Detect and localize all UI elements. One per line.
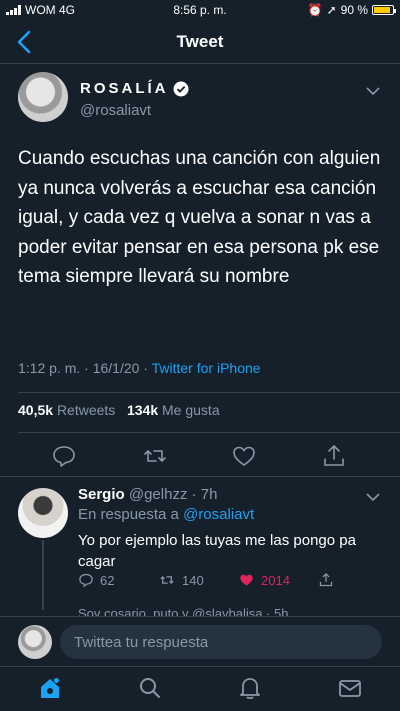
avatar (18, 625, 52, 659)
avatar[interactable] (18, 72, 68, 122)
reply-header: Sergio @gelhzz · 7h (78, 486, 217, 503)
share-icon[interactable] (321, 443, 347, 469)
reply-handle-time: @gelhzz · 7h (128, 486, 218, 503)
user-name[interactable]: ROSALÍA (80, 80, 189, 97)
messages-icon[interactable] (337, 675, 363, 701)
tweet-timestamp: 1:12 p. m. · 16/1/20 · (18, 360, 152, 376)
search-icon[interactable] (137, 675, 163, 701)
retweet-icon[interactable] (142, 443, 168, 469)
like-icon (240, 574, 253, 586)
battery-icon (372, 5, 396, 15)
reply-to-label: En respuesta a (78, 506, 179, 523)
reply-like-action[interactable]: 2014 (238, 572, 290, 588)
nav-bar: Tweet (0, 20, 400, 64)
location-icon: ➚ (326, 3, 337, 17)
reply-text: Yo por ejemplo las tuyas me las pongo pa… (78, 532, 356, 570)
likes-stat[interactable]: 134k Me gusta (127, 402, 220, 418)
divider (18, 432, 400, 433)
reply-to: En respuesta a @rosaliavt (78, 506, 254, 523)
reply-tweet[interactable]: Sergio @gelhzz · 7h En respuesta a @rosa… (0, 482, 400, 612)
verified-badge-icon (173, 81, 188, 96)
reply-input[interactable] (60, 625, 382, 659)
compose-bar (0, 616, 400, 666)
tweet-source-link[interactable]: Twitter for iPhone (152, 360, 261, 376)
tweet-stats: 40,5k Retweets 134k Me gusta (18, 402, 220, 418)
reply-actions: 62 140 2014 (78, 572, 378, 592)
reply-to-mention[interactable]: @rosaliavt (183, 506, 254, 523)
next-reply-partial[interactable]: Soy cosario, puto y @slaybalisa · 5h (78, 606, 288, 616)
retweet-icon (160, 576, 174, 584)
tweet-meta: 1:12 p. m. · 16/1/20 · Twitter for iPhon… (18, 360, 261, 376)
tweet-header: ROSALÍA @rosaliavt (18, 72, 382, 128)
reply-retweet-action[interactable]: 140 (158, 572, 204, 588)
likes-count: 134k (126, 402, 159, 418)
reply-comment-action[interactable]: 62 (78, 572, 114, 588)
retweets-label: Retweets (56, 402, 116, 418)
likes-label: Me gusta (162, 402, 220, 418)
tweet-actions (0, 440, 400, 470)
reply-retweets-count: 140 (182, 572, 204, 588)
thread-line (42, 540, 44, 610)
divider (18, 392, 400, 393)
reply-icon (79, 573, 93, 588)
like-icon[interactable] (231, 443, 257, 469)
status-bar: WOM 4G 8:56 p. m. ⏰ ➚ 90 % (0, 0, 400, 20)
alarm-icon: ⏰ (307, 3, 323, 17)
caret-down-icon[interactable] (366, 492, 380, 502)
divider (0, 476, 400, 477)
tab-bar (0, 666, 400, 711)
retweets-stat[interactable]: 40,5k Retweets (18, 402, 115, 418)
battery-percent: 90 % (340, 3, 368, 17)
home-icon[interactable] (37, 675, 63, 701)
notifications-icon[interactable] (237, 675, 263, 701)
reply-share-action[interactable] (318, 572, 334, 588)
user-name-text: ROSALÍA (80, 80, 169, 97)
reply-icon[interactable] (51, 443, 77, 469)
reply-likes-count: 2014 (261, 572, 290, 588)
user-handle[interactable]: @rosaliavt (80, 102, 151, 119)
reply-comments-count: 62 (100, 572, 115, 588)
share-icon (319, 572, 333, 587)
caret-down-icon[interactable] (366, 86, 380, 96)
retweets-count: 40,5k (18, 402, 54, 418)
avatar[interactable] (18, 488, 68, 538)
tweet-text: Cuando escuchas una canción con alguien … (18, 148, 381, 287)
reply-user-name[interactable]: Sergio (78, 486, 125, 503)
page-title: Tweet (176, 32, 224, 51)
